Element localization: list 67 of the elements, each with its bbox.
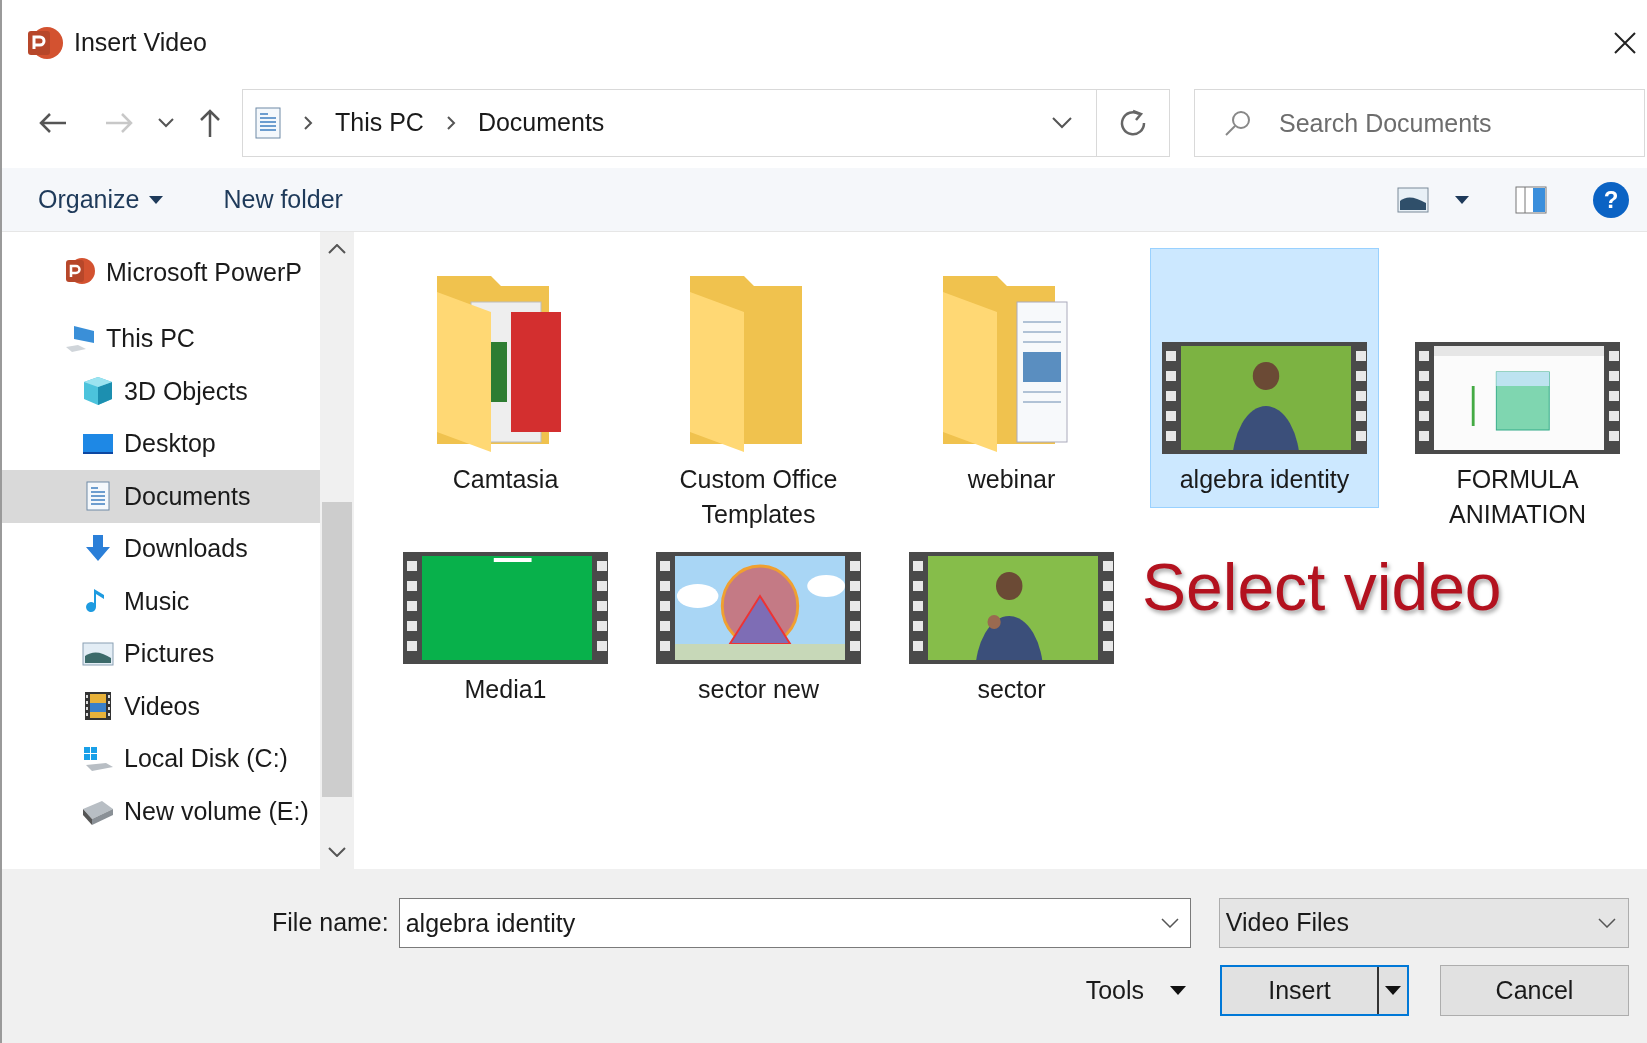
file-name-label: File name: [272,907,389,939]
file-name: Camtasia [451,464,560,495]
chevron-down-icon[interactable] [1597,918,1616,928]
sidebar-item[interactable]: 3D Objects [2,365,320,418]
app-icon [26,25,64,61]
file-name: sector new [697,674,820,705]
file-name: FORMULA ANIMATION [1447,464,1587,530]
sidebar-item[interactable]: Microsoft PowerP [2,246,320,299]
caret-icon [149,195,164,204]
scrollbar[interactable] [320,232,354,869]
new-folder-button[interactable]: New folder [223,180,343,219]
scrollbar-thumb[interactable] [322,502,352,797]
file-item[interactable]: sector new [644,551,873,718]
caret-icon[interactable] [1455,195,1469,204]
caret-icon [1170,986,1186,995]
window-title: Insert Video [74,27,207,59]
cube-icon [82,375,114,408]
document-icon [255,107,281,139]
file-item[interactable]: sector [897,551,1126,718]
file-name: Custom Office Templates [678,464,839,530]
chevron-down-icon[interactable] [158,118,174,128]
file-name-field[interactable]: algebra identity [398,898,1191,948]
film-icon [82,690,114,723]
sidebar-item[interactable]: Desktop [2,417,320,470]
insert-button[interactable]: Insert [1220,965,1409,1016]
file-type-dropdown[interactable]: Video Files [1218,898,1629,948]
cancel-button[interactable]: Cancel [1440,965,1629,1016]
preview-pane-icon[interactable] [1515,185,1547,214]
sidebar-item[interactable]: This PC [2,312,320,365]
address-bar[interactable]: This PC Documents [242,89,1170,157]
caret-icon[interactable] [1385,986,1401,995]
search-icon [1224,109,1252,137]
chevron-right-icon[interactable] [445,115,456,131]
file-item[interactable]: Camtasia [391,248,620,508]
chevron-down-icon[interactable] [1052,117,1072,129]
tools-menu[interactable]: Tools [1085,971,1186,1010]
sidebar-item[interactable]: Music [2,575,320,628]
sidebar-item[interactable]: Downloads [2,522,320,575]
close-icon[interactable] [1613,31,1637,55]
breadcrumb[interactable]: This PC [335,104,424,142]
scroll-down-icon[interactable] [328,847,346,857]
organize-menu[interactable]: Organize [38,180,164,219]
file-item[interactable]: webinar [897,248,1126,508]
file-item[interactable]: FORMULA ANIMATION [1403,248,1632,543]
file-name: sector [976,674,1047,705]
file-item[interactable]: Media1 [391,551,620,718]
back-arrow-icon[interactable] [38,111,68,135]
sidebar-item[interactable]: Documents [2,470,320,523]
search-field[interactable]: Search Documents [1194,89,1645,157]
file-item[interactable]: algebra identity [1150,248,1379,508]
sidebar-item[interactable]: New volume (E:) [2,785,320,838]
view-icon[interactable] [1397,186,1429,213]
breadcrumb[interactable]: Documents [477,104,605,142]
sidebar-item[interactable]: Videos [2,680,320,733]
chevron-down-icon[interactable] [1160,918,1179,928]
chevron-right-icon[interactable] [303,115,313,131]
file-name: Media1 [463,674,548,705]
file-item[interactable]: Custom Office Templates [644,248,873,543]
sidebar-item[interactable]: Local Disk (C:) [2,732,320,785]
scroll-up-icon[interactable] [328,244,346,254]
file-name: algebra identity [1178,464,1351,495]
help-button[interactable]: ? [1593,181,1629,218]
file-name: webinar [966,464,1057,495]
annotation-text: Select video [1142,549,1502,626]
refresh-icon[interactable] [1119,109,1147,137]
sidebar-item[interactable]: Pictures [2,627,320,680]
up-arrow-icon[interactable] [198,108,222,138]
